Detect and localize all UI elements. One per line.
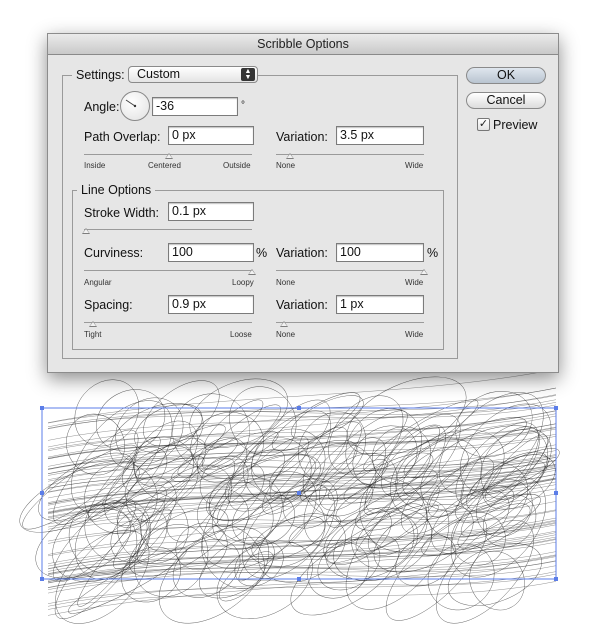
selection-handle[interactable] — [554, 406, 558, 410]
path-overlap-label: Path Overlap: — [84, 130, 161, 144]
spacing-variation-slider-thumb[interactable] — [280, 321, 288, 327]
angle-unit: ° — [241, 100, 245, 111]
scribble-stroke — [47, 501, 557, 544]
path-overlap-tick-outside: Outside — [223, 161, 251, 170]
scribble-loop — [455, 391, 533, 458]
dialog-title: Scribble Options — [48, 34, 558, 55]
scribble-options-dialog: Scribble Options Settings: Custom ▲ ▼ Ang… — [47, 33, 559, 373]
curviness-variation-tick-wide: Wide — [405, 278, 424, 287]
spacing-variation-label: Variation: — [276, 298, 328, 312]
overlap-variation-input[interactable]: 3.5 px — [336, 126, 424, 145]
path-overlap-input[interactable]: 0 px — [168, 126, 254, 145]
path-overlap-tick-inside: Inside — [84, 161, 106, 170]
curviness-tick-angular: Angular — [84, 278, 112, 287]
stroke-width-slider-track — [84, 229, 252, 230]
spacing-tick-tight: Tight — [84, 330, 102, 339]
curviness-slider-track — [84, 270, 252, 271]
curviness-tick-loopy: Loopy — [232, 278, 254, 287]
overlap-variation-slider-track — [276, 154, 424, 155]
line-options-title: Line Options — [77, 183, 156, 197]
path-overlap-tick-centered: Centered — [148, 161, 181, 170]
preview-checkbox[interactable]: ✓ — [477, 118, 490, 131]
selection-handle[interactable] — [40, 406, 44, 410]
scribble-loop — [53, 429, 139, 525]
selection-handle[interactable] — [554, 491, 558, 495]
spacing-variation-tick-none: None — [276, 330, 296, 339]
settings-select[interactable]: Custom ▲ ▼ — [128, 66, 258, 83]
overlap-variation-tick-wide: Wide — [405, 161, 424, 170]
spacing-input[interactable]: 0.9 px — [168, 295, 254, 314]
select-arrows-icon: ▲ ▼ — [241, 68, 255, 81]
curviness-slider-thumb[interactable] — [248, 269, 256, 275]
spacing-variation-slider-track — [276, 322, 424, 323]
settings-select-value: Custom — [137, 67, 181, 81]
curviness-variation-slider-track — [276, 270, 424, 271]
selection-center-point — [297, 491, 301, 495]
scribble-loop — [52, 498, 136, 582]
spacing-variation-input[interactable]: 1 px — [336, 295, 424, 314]
scribble-stroke — [47, 509, 557, 532]
scribble-stroke — [47, 410, 557, 467]
ok-button[interactable]: OK — [466, 67, 546, 84]
selection-handle[interactable] — [40, 577, 44, 581]
scribble-stroke — [47, 554, 557, 582]
scribble-loop — [328, 395, 404, 476]
selection-handle[interactable] — [554, 577, 558, 581]
selection-handle[interactable] — [297, 406, 301, 410]
overlap-variation-tick-none: None — [276, 161, 296, 170]
scribble-strokes — [19, 369, 560, 624]
angle-input[interactable]: -36 — [152, 97, 238, 116]
curviness-variation-label: Variation: — [276, 246, 328, 260]
scribble-loop — [365, 424, 446, 514]
angle-label: Angle: — [84, 100, 120, 114]
scribble-loop — [19, 460, 140, 533]
curviness-unit: % — [256, 246, 268, 260]
spacing-slider-thumb[interactable] — [89, 321, 97, 327]
cancel-button[interactable]: Cancel — [466, 92, 546, 109]
spacing-slider-track — [84, 322, 252, 323]
scribble-stroke — [47, 571, 557, 604]
preview-label: Preview — [493, 118, 538, 132]
settings-label: Settings: — [72, 68, 129, 82]
scribble-loop — [54, 518, 148, 620]
curviness-input[interactable]: 100 — [168, 243, 254, 262]
stroke-width-label: Stroke Width: — [84, 206, 160, 220]
spacing-variation-tick-wide: Wide — [405, 330, 424, 339]
checkmark-icon: ✓ — [478, 118, 489, 130]
overlap-variation-label: Variation: — [276, 130, 328, 144]
path-overlap-slider-thumb[interactable] — [165, 153, 173, 159]
curviness-variation-input[interactable]: 100 — [336, 243, 424, 262]
spacing-tick-loose: Loose — [230, 330, 252, 339]
stroke-width-input[interactable]: 0.1 px — [168, 202, 254, 221]
curviness-variation-unit: % — [427, 246, 439, 260]
overlap-variation-slider-thumb[interactable] — [286, 153, 294, 159]
scribble-stroke — [47, 522, 557, 588]
curviness-label: Curviness: — [84, 246, 144, 260]
selection-handle[interactable] — [297, 577, 301, 581]
spacing-label: Spacing: — [84, 298, 133, 312]
curviness-variation-slider-thumb[interactable] — [420, 269, 428, 275]
curviness-variation-tick-none: None — [276, 278, 296, 287]
angle-dial-icon[interactable] — [120, 91, 150, 121]
stroke-width-slider-thumb[interactable] — [82, 228, 90, 234]
selection-handle[interactable] — [40, 491, 44, 495]
scribble-loop — [218, 551, 274, 602]
